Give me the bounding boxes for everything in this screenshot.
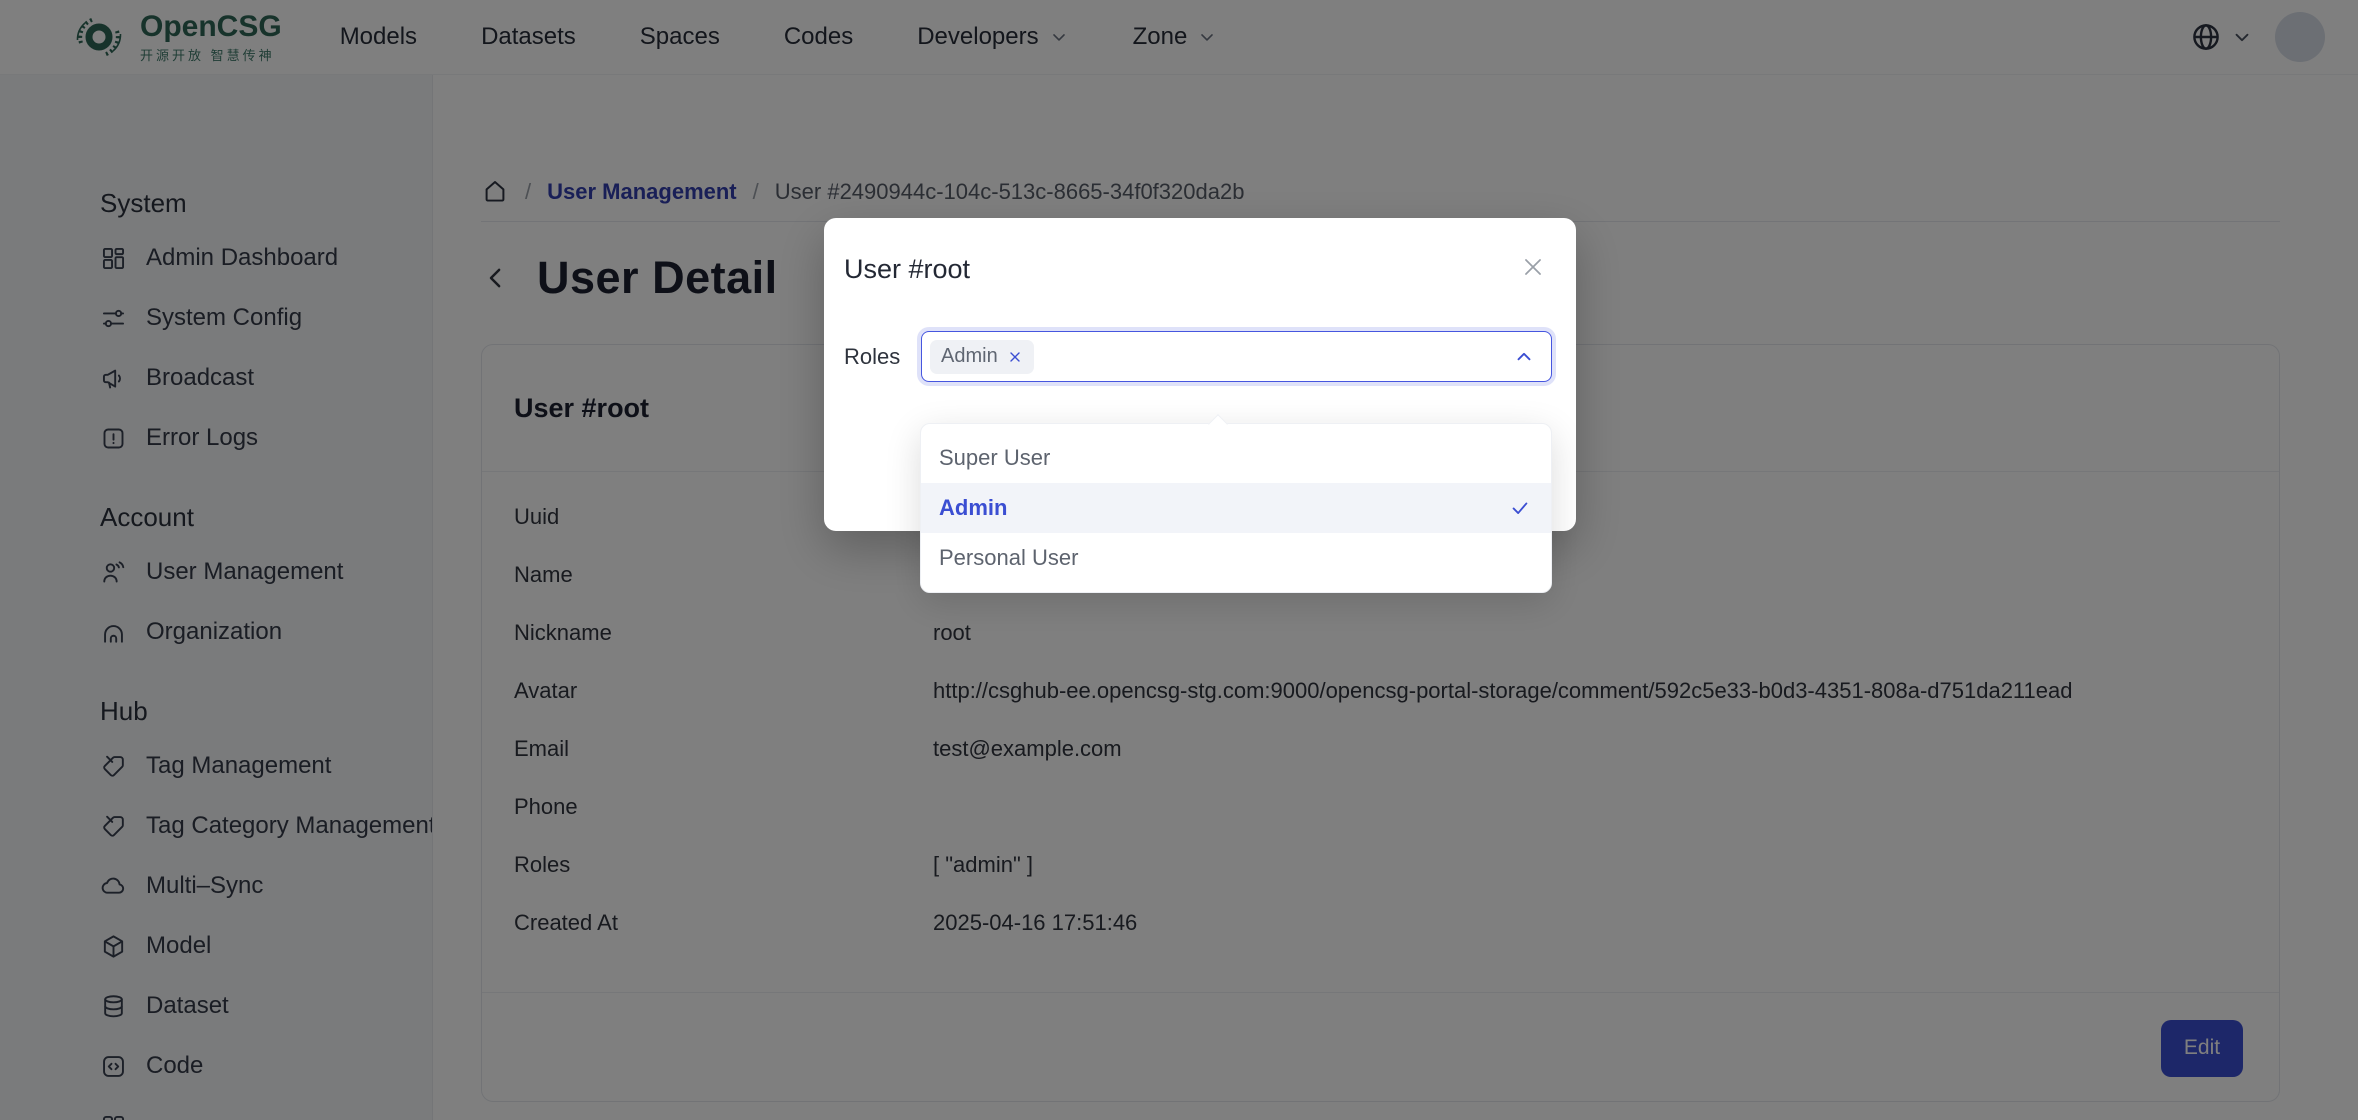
close-button[interactable] (1520, 254, 1546, 280)
option-super-user[interactable]: Super User (921, 433, 1551, 483)
selected-role-tag: Admin (930, 339, 1034, 374)
roles-field-label: Roles (844, 343, 901, 369)
roles-dropdown: Super User Admin Personal User (920, 414, 1552, 593)
option-admin[interactable]: Admin (921, 483, 1551, 533)
modal-title: User #root (844, 254, 971, 284)
roles-select[interactable]: Admin (921, 331, 1552, 382)
option-personal-user[interactable]: Personal User (921, 533, 1551, 583)
close-icon (1520, 254, 1546, 280)
remove-tag-icon[interactable] (1007, 349, 1023, 365)
chevron-up-icon (1513, 346, 1535, 368)
tag-label: Admin (941, 345, 998, 367)
check-icon (1509, 497, 1531, 519)
